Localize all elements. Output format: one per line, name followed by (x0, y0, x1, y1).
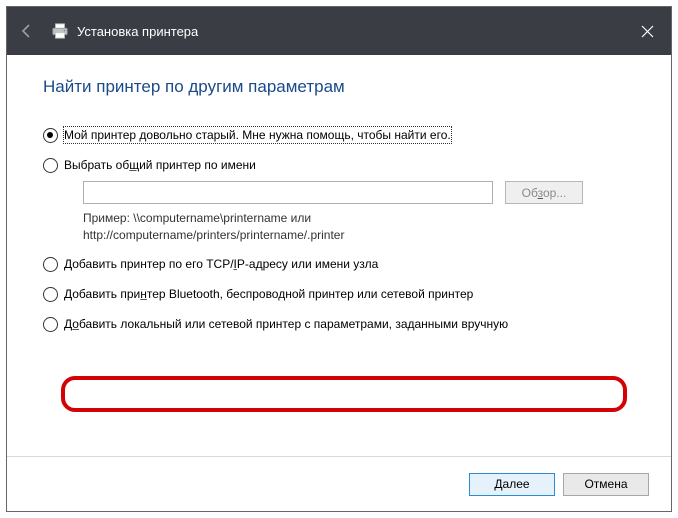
close-icon (641, 25, 654, 38)
shared-path-input[interactable] (83, 181, 493, 204)
close-button[interactable] (623, 7, 671, 55)
radio-icon (43, 158, 58, 173)
cancel-button[interactable]: Отмена (563, 473, 649, 496)
radio-icon (43, 317, 58, 332)
example-text: Пример: \\computername\printername или h… (83, 210, 635, 244)
footer: Далее Отмена (7, 456, 671, 511)
option-label: Выбрать общий принтер по имени (64, 157, 256, 173)
back-button[interactable] (7, 7, 47, 55)
page-heading: Найти принтер по другим параметрам (43, 77, 635, 97)
option-shared-by-name[interactable]: Выбрать общий принтер по имени (43, 157, 635, 173)
option-tcpip[interactable]: Добавить принтер по его TCP/IP-адресу ил… (43, 256, 635, 272)
arrow-left-icon (18, 22, 36, 40)
content-area: Найти принтер по другим параметрам Мой п… (7, 55, 671, 456)
window-title: Установка принтера (77, 24, 198, 39)
option-bluetooth[interactable]: Добавить принтер Bluetooth, беспроводной… (43, 286, 635, 302)
browse-button: Обзор... (505, 181, 583, 204)
titlebar: Установка принтера (7, 7, 671, 55)
annotation-highlight (61, 376, 627, 412)
option-label: Мой принтер довольно старый. Мне нужна п… (64, 127, 451, 143)
option-label: Добавить принтер по его TCP/IP-адресу ил… (64, 256, 378, 272)
next-button[interactable]: Далее (469, 473, 555, 496)
shared-name-block: Обзор... Пример: \\computername\printern… (83, 181, 635, 244)
option-label: Добавить локальный или сетевой принтер с… (64, 316, 508, 332)
option-label: Добавить принтер Bluetooth, беспроводной… (64, 286, 473, 302)
radio-icon (43, 287, 58, 302)
option-local-or-network-manual[interactable]: Добавить локальный или сетевой принтер с… (43, 316, 635, 332)
radio-icon (43, 257, 58, 272)
radio-icon (43, 128, 58, 143)
wizard-window: Установка принтера Найти принтер по друг… (6, 6, 672, 512)
option-old-printer[interactable]: Мой принтер довольно старый. Мне нужна п… (43, 127, 635, 143)
printer-icon (51, 23, 69, 39)
